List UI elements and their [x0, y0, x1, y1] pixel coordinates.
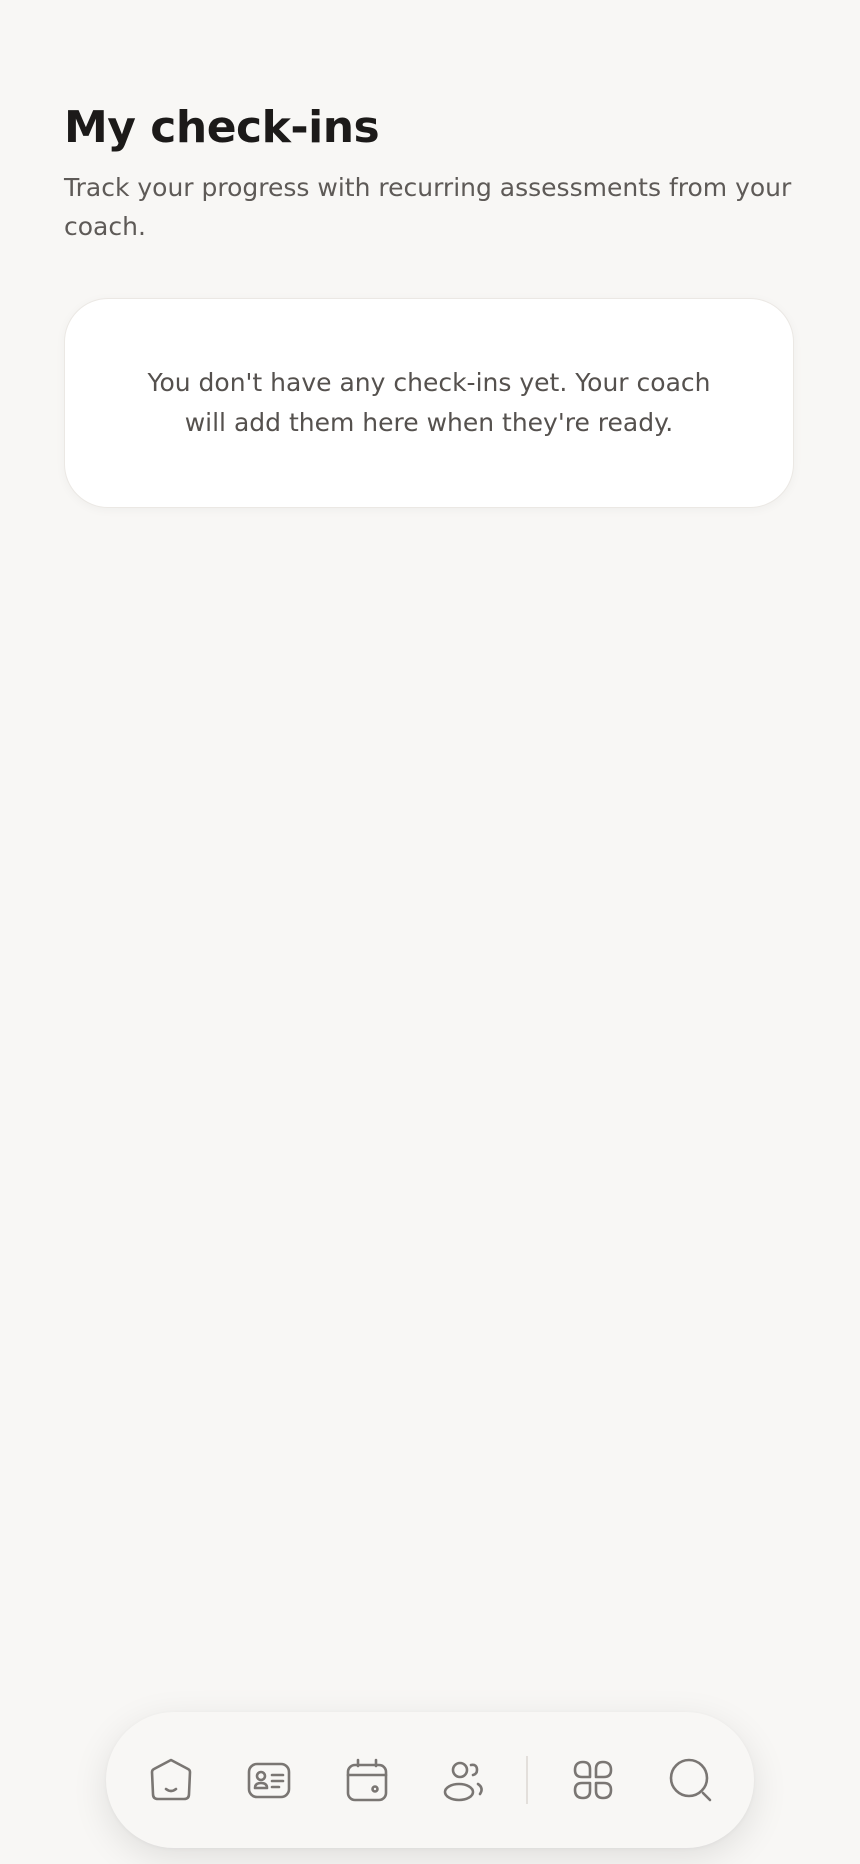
apps-grid-icon	[573, 1760, 613, 1800]
people-icon	[443, 1761, 483, 1802]
nav-calendar-button[interactable]	[334, 1745, 400, 1815]
profile-card-icon	[247, 1762, 291, 1799]
nav-home-button[interactable]	[138, 1745, 204, 1815]
page-title: My check-ins	[64, 102, 380, 153]
nav-apps-button[interactable]	[560, 1745, 626, 1815]
main-content: My check-ins Track your progress with re…	[64, 100, 794, 508]
nav-profile-button[interactable]	[236, 1745, 302, 1815]
empty-state-card: You don't have any check-ins yet. Your c…	[64, 298, 794, 508]
nav-search-button[interactable]	[658, 1745, 724, 1815]
nav-people-button[interactable]	[432, 1745, 498, 1815]
calendar-icon	[346, 1758, 388, 1802]
home-smile-icon	[150, 1758, 192, 1801]
nav-divider	[526, 1756, 528, 1804]
search-icon	[669, 1758, 712, 1802]
empty-state-message: You don't have any check-ins yet. Your c…	[147, 368, 711, 437]
page-subtitle: Track your progress with recurring asses…	[64, 173, 792, 241]
bottom-nav-bar	[106, 1712, 754, 1848]
